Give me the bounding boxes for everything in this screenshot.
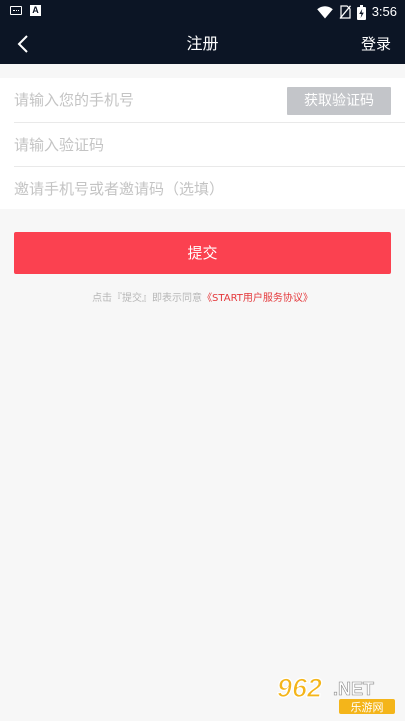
code-row bbox=[0, 123, 405, 167]
watermark-number: 962 bbox=[277, 673, 322, 703]
nav-bar: 注册 登录 bbox=[0, 24, 405, 64]
watermark-suffix: .NET bbox=[333, 679, 374, 699]
status-left: A bbox=[10, 5, 41, 16]
login-button[interactable]: 登录 bbox=[361, 24, 391, 64]
agreement-text: 点击『提交』即表示同意《START用户服务协议》 bbox=[0, 289, 405, 304]
page-title: 注册 bbox=[186, 34, 219, 53]
site-watermark: 962 .NET 乐游网 bbox=[269, 669, 399, 715]
invite-row bbox=[0, 167, 405, 211]
phone-input[interactable] bbox=[14, 78, 264, 122]
invite-input[interactable] bbox=[14, 167, 384, 211]
watermark-caption: 乐游网 bbox=[351, 701, 384, 714]
wifi-icon bbox=[316, 5, 333, 18]
status-right: 3:56 bbox=[316, 3, 397, 21]
no-sim-icon bbox=[339, 5, 351, 19]
code-input[interactable] bbox=[14, 123, 384, 167]
status-time: 3:56 bbox=[371, 4, 397, 19]
a-icon: A bbox=[30, 5, 41, 16]
agreement-link[interactable]: 《START用户服务协议》 bbox=[202, 293, 313, 304]
submit-button[interactable]: 提交 bbox=[14, 232, 391, 274]
battery-charging-icon bbox=[356, 4, 366, 20]
register-screen: A 3:56 注册 登录 获取验证码 bbox=[0, 0, 405, 721]
watermark-logo: 962 .NET 乐游网 bbox=[276, 672, 395, 714]
phone-row: 获取验证码 bbox=[0, 78, 405, 122]
status-bar: A 3:56 bbox=[0, 0, 405, 24]
get-code-button[interactable]: 获取验证码 bbox=[287, 87, 391, 115]
register-form: 获取验证码 bbox=[0, 78, 405, 211]
keyboard-icon bbox=[10, 6, 22, 15]
agreement-prefix: 点击『提交』即表示同意 bbox=[92, 293, 203, 304]
